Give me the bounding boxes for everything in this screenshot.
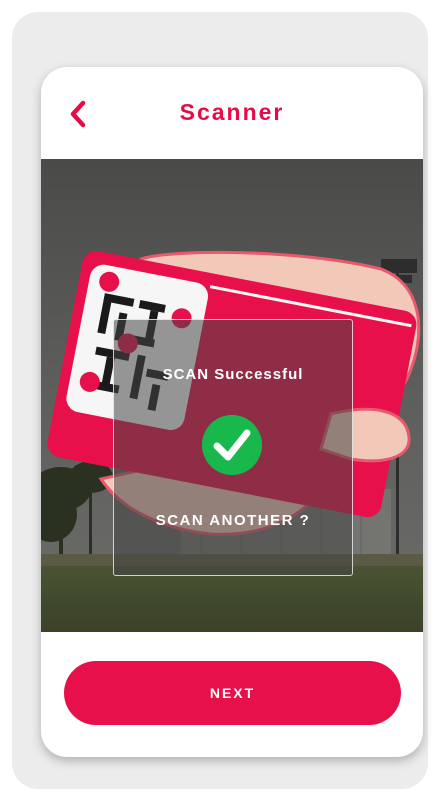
next-button[interactable]: NEXT bbox=[64, 661, 401, 725]
checkmark-icon bbox=[201, 414, 263, 476]
scan-status-text: SCAN Successful bbox=[162, 366, 304, 383]
scan-another-button[interactable]: SCAN ANOTHER ? bbox=[114, 512, 352, 529]
scan-result-overlay: SCAN Successful SCAN ANOTHER ? bbox=[113, 319, 353, 576]
app-screen: Scanner SCAN Successful SCAN ANOTHER ? N… bbox=[41, 67, 423, 757]
header: Scanner bbox=[41, 67, 423, 159]
phone-frame: Scanner SCAN Successful SCAN ANOTHER ? N… bbox=[12, 12, 428, 789]
camera-view: SCAN Successful SCAN ANOTHER ? bbox=[41, 159, 423, 632]
page-title: Scanner bbox=[179, 99, 285, 125]
